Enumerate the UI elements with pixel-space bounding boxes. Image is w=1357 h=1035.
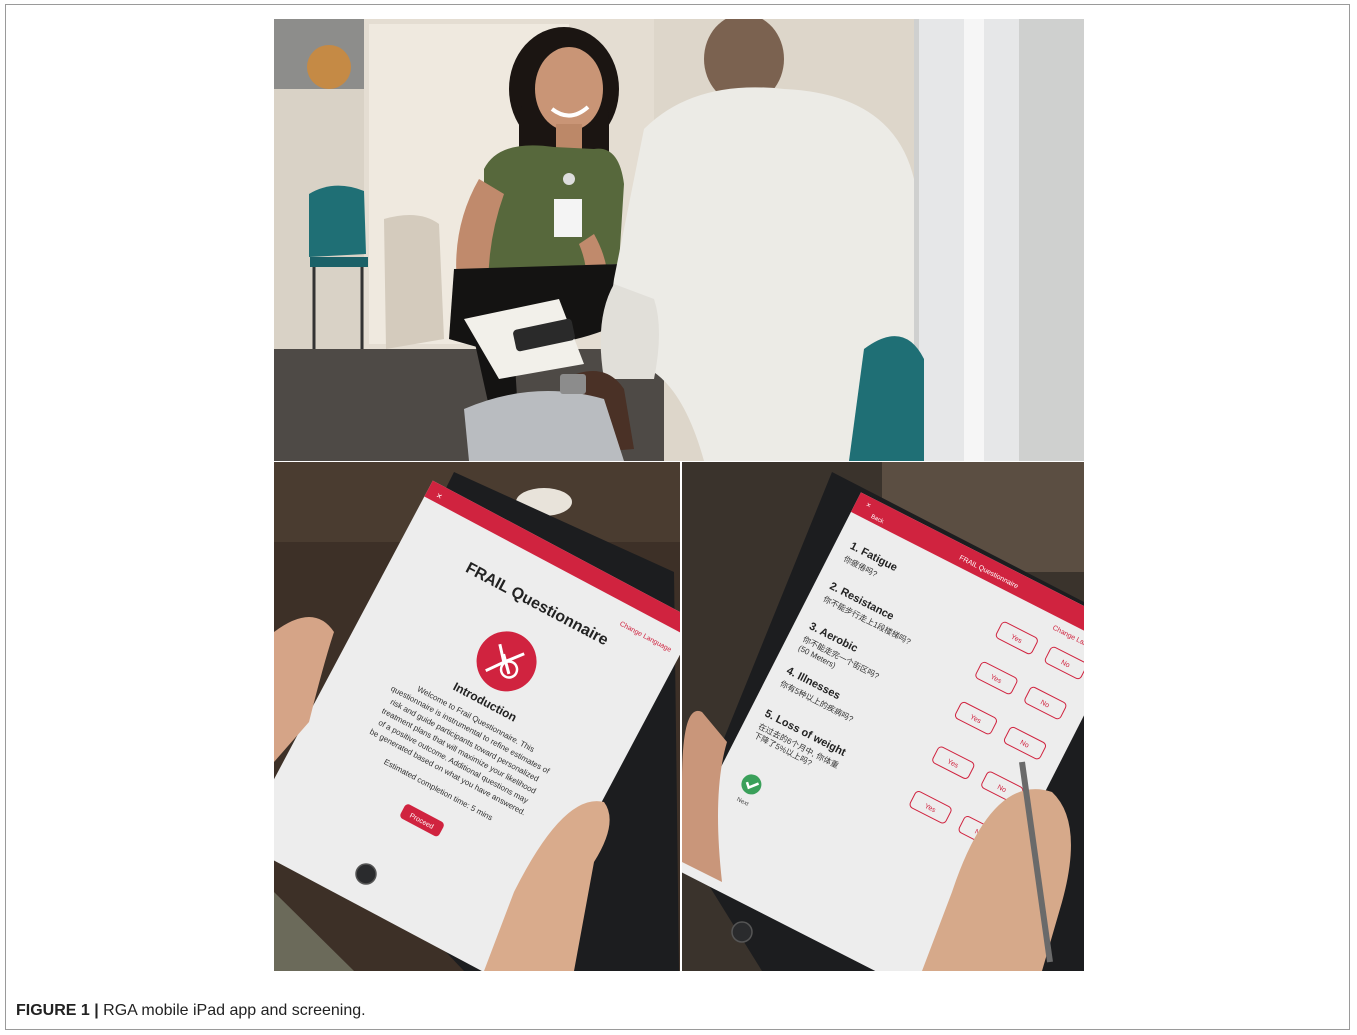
screening-photo <box>274 19 1084 461</box>
tablet-intro-photo: ✕ Change Language FRAIL Questionnaire In… <box>274 462 680 971</box>
figure-label: FIGURE 1 | <box>16 1002 99 1019</box>
figure-caption-text: RGA mobile iPad app and screening. <box>103 1002 366 1019</box>
figure-caption: FIGURE 1 | RGA mobile iPad app and scree… <box>16 1002 366 1020</box>
tablet-questions-photo: ✕ Back FRAIL Questionnaire Change Langua… <box>682 462 1084 971</box>
